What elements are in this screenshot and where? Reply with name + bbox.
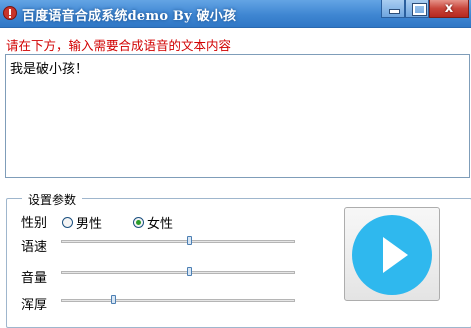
- volume-slider-track: [61, 271, 295, 274]
- volume-label: 音量: [21, 271, 48, 286]
- settings-legend: 设置参数: [22, 191, 83, 208]
- play-button[interactable]: [344, 207, 440, 301]
- input-prompt: 请在下方，输入需要合成语音的文本内容: [6, 38, 232, 53]
- pitch-slider-track: [61, 299, 295, 302]
- gender-male-label: 男性: [76, 217, 103, 232]
- close-button[interactable]: x: [429, 0, 469, 18]
- gender-label: 性别: [21, 216, 48, 231]
- speed-slider-track: [61, 240, 295, 243]
- window-title: 百度语音合成系统demo By 破小孩: [22, 9, 237, 24]
- maximize-icon: [412, 3, 427, 16]
- maximize-button[interactable]: [405, 0, 429, 18]
- app-icon: [3, 6, 17, 20]
- title-bar[interactable]: 百度语音合成系统demo By 破小孩 x: [0, 0, 471, 28]
- pitch-slider-thumb[interactable]: [111, 295, 116, 304]
- speed-label: 语速: [21, 240, 48, 255]
- radio-male-icon: [62, 217, 73, 228]
- window-controls: x: [381, 0, 469, 19]
- gender-female-label: 女性: [147, 217, 174, 232]
- pitch-slider[interactable]: [61, 295, 295, 306]
- minimize-icon: [389, 9, 400, 14]
- pitch-label: 浑厚: [21, 298, 48, 313]
- gender-female-radio[interactable]: 女性: [133, 213, 173, 232]
- play-icon: [352, 215, 432, 295]
- speed-slider[interactable]: [61, 236, 295, 247]
- text-input[interactable]: [5, 54, 470, 178]
- volume-slider-thumb[interactable]: [187, 267, 192, 276]
- speed-slider-thumb[interactable]: [187, 236, 192, 245]
- volume-slider[interactable]: [61, 267, 295, 278]
- minimize-button[interactable]: [381, 0, 405, 18]
- close-icon: x: [444, 1, 454, 16]
- radio-female-icon: [133, 217, 144, 228]
- gender-male-radio[interactable]: 男性: [62, 213, 102, 232]
